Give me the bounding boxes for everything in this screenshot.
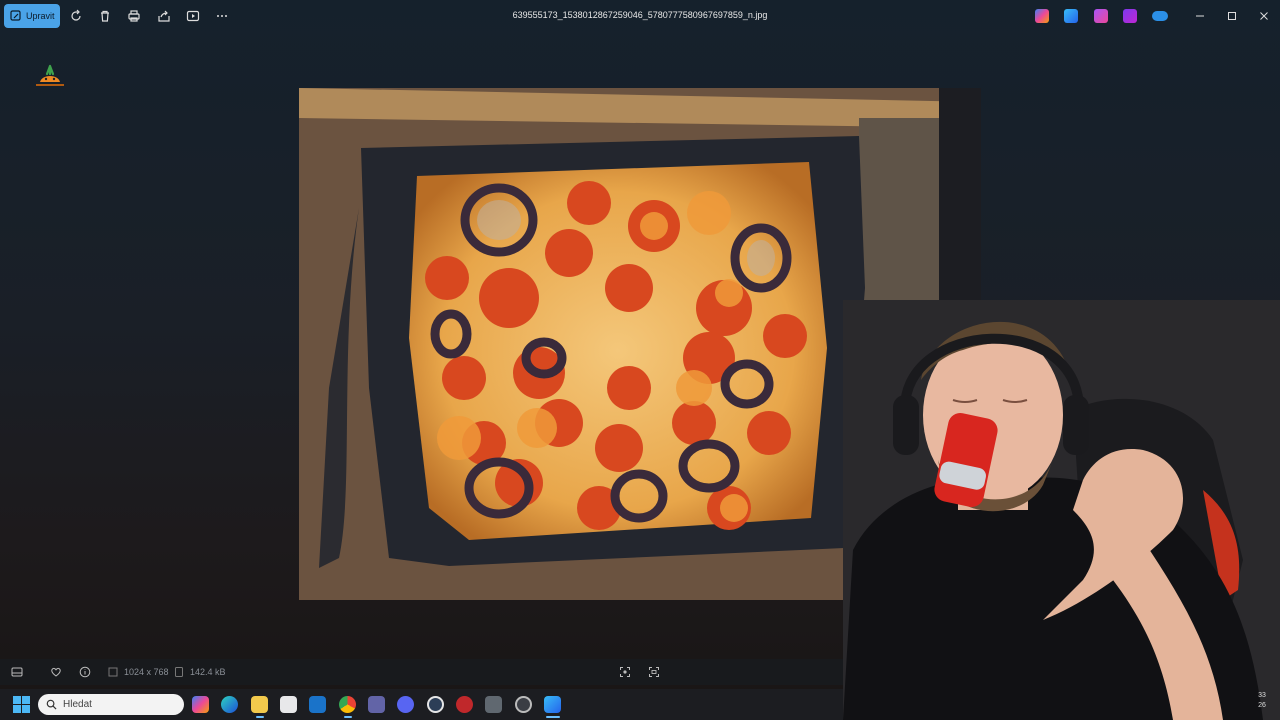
taskbar-search[interactable]: Hledat	[38, 694, 184, 715]
store-icon[interactable]	[280, 696, 297, 713]
edit-button-label: Upravit	[26, 11, 55, 21]
close-icon[interactable]	[1256, 8, 1272, 24]
wordpress-icon[interactable]	[427, 696, 444, 713]
filmstrip-icon[interactable]	[10, 665, 24, 679]
edit-button[interactable]: Upravit	[4, 4, 60, 28]
running-indicator	[546, 716, 560, 718]
info-icon[interactable]	[78, 665, 92, 679]
dimensions-icon	[106, 665, 120, 679]
calculator-icon[interactable]	[485, 696, 502, 713]
print-icon[interactable]	[126, 8, 142, 24]
file-size-icon	[172, 665, 186, 679]
rotate-icon[interactable]	[68, 8, 84, 24]
actual-size-icon[interactable]	[647, 665, 661, 679]
taskbar-clock[interactable]: 33 26	[1252, 691, 1272, 711]
clock-time: 33	[1258, 692, 1266, 699]
copilot-icon[interactable]	[192, 696, 209, 713]
clipchamp-icon[interactable]	[1094, 9, 1108, 23]
channel-logo	[30, 60, 70, 92]
file-explorer-icon[interactable]	[251, 696, 268, 713]
info-bar: 1024 x 768 142.4 kB	[0, 659, 843, 685]
search-icon	[46, 699, 57, 710]
image-dimensions: 1024 x 768	[124, 667, 169, 677]
webcam-overlay	[843, 300, 1280, 720]
photos-editor-icon[interactable]	[1064, 9, 1078, 23]
running-indicator	[256, 716, 264, 718]
outlook-icon[interactable]	[309, 696, 326, 713]
fit-to-window-icon[interactable]	[618, 665, 632, 679]
maximize-icon[interactable]	[1224, 8, 1240, 24]
edge-icon[interactable]	[221, 696, 238, 713]
delete-icon[interactable]	[97, 8, 113, 24]
onedrive-icon[interactable]	[1152, 11, 1168, 21]
start-button[interactable]	[13, 696, 30, 713]
app-icon[interactable]	[515, 696, 532, 713]
search-placeholder: Hledat	[63, 699, 92, 710]
video-editor-icon[interactable]	[1123, 9, 1137, 23]
taskbar: Hledat	[0, 689, 843, 720]
running-indicator	[344, 716, 352, 718]
more-icon[interactable]	[214, 8, 230, 24]
chrome-icon[interactable]	[339, 696, 356, 713]
toolbar: Upravit 639555173_1538012867259046_57807…	[0, 0, 1280, 33]
minimize-icon[interactable]	[1192, 8, 1208, 24]
slideshow-icon[interactable]	[185, 8, 201, 24]
edit-icon	[10, 10, 22, 22]
obs-icon[interactable]	[456, 696, 473, 713]
share-icon[interactable]	[156, 8, 172, 24]
favorite-icon[interactable]	[49, 665, 63, 679]
file-size: 142.4 kB	[190, 667, 226, 677]
teams-icon[interactable]	[368, 696, 385, 713]
photos-icon[interactable]	[544, 696, 561, 713]
file-name: 639555173_1538012867259046_5780777580967…	[512, 10, 768, 20]
copilot-icon[interactable]	[1035, 9, 1049, 23]
clock-date: 26	[1258, 702, 1266, 709]
app-icon[interactable]	[397, 696, 414, 713]
